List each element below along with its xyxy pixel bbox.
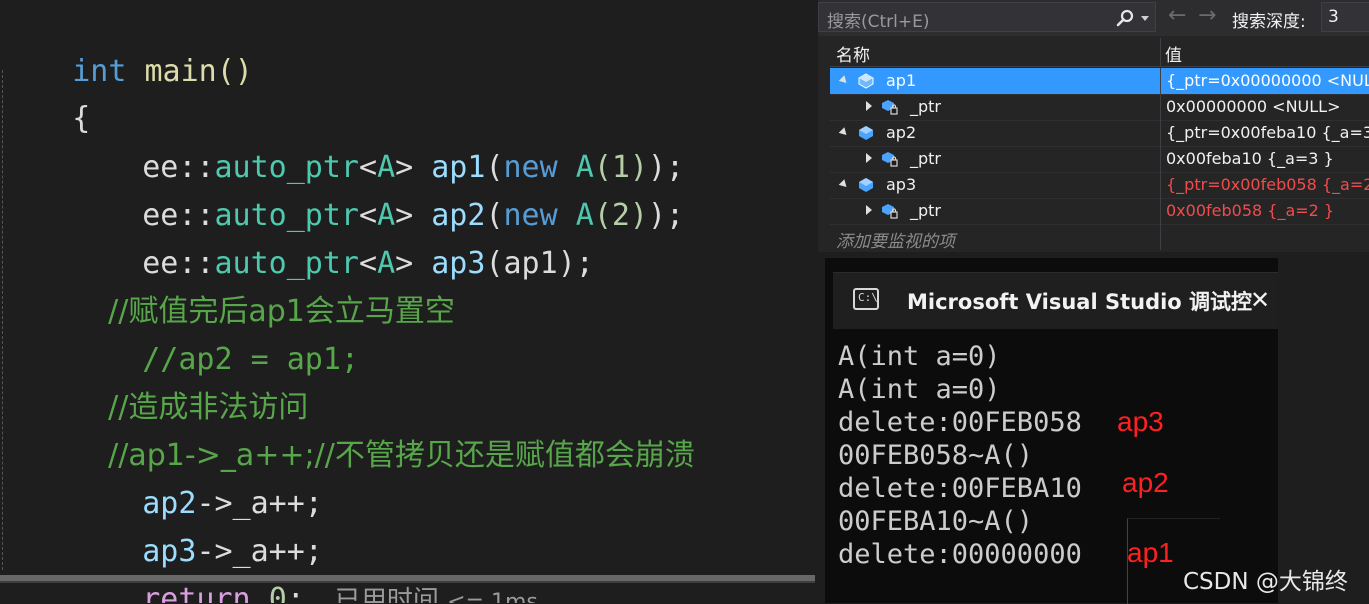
elapsed-label: 已用时间	[334, 586, 439, 603]
expand-icon[interactable]	[866, 101, 872, 111]
watch-row-ap1-ptr[interactable]: _ptr 0x00000000 <NULL>	[830, 94, 1369, 121]
private-field-icon	[882, 204, 898, 219]
watch-name: _ptr	[910, 149, 942, 168]
search-depth-select[interactable]: 3	[1321, 2, 1369, 32]
watch-value[interactable]: 0x00feb058 {_a=2 }	[1166, 201, 1369, 220]
watermark: CSDN @大锦终	[1183, 569, 1348, 595]
annotation-ap1: ap1	[1127, 537, 1174, 568]
watch-row-ap1[interactable]: ap1 {_ptr=0x00000000 <NULL>	[830, 68, 1369, 95]
add-watch-item[interactable]: 添加要监视的项	[830, 224, 1369, 252]
collapse-icon[interactable]	[838, 179, 850, 190]
code-line-10[interactable]: ap2->_a++;	[0, 432, 323, 521]
watch-name: ap1	[886, 71, 917, 90]
watch-name: _ptr	[910, 97, 942, 116]
watch-value[interactable]: {_ptr=0x00feb058 {_a=2 }	[1166, 175, 1369, 194]
console-output-line: A(int a=0)	[838, 374, 1001, 405]
watch-value[interactable]: {_ptr=0x00feba10 {_a=3 }	[1166, 123, 1369, 142]
annotation-ap3: ap3	[1117, 406, 1164, 437]
punct: (	[485, 246, 504, 281]
watch-name: ap2	[886, 123, 917, 142]
collapse-icon[interactable]	[838, 127, 850, 138]
variable-icon	[859, 178, 873, 192]
punct: );	[648, 198, 685, 233]
punct: );	[557, 246, 594, 281]
code-editor[interactable]: int main() { ee::auto_ptr<A> ap1(new A(1…	[0, 0, 815, 603]
expand-icon[interactable]	[866, 153, 872, 163]
code-line-3[interactable]: ee::auto_ptr<A> ap1(new A(1));	[0, 96, 684, 185]
column-divider	[1160, 198, 1161, 224]
close-icon[interactable]: ✕	[1250, 286, 1270, 314]
watch-name: _ptr	[910, 201, 942, 220]
code-line-11[interactable]: ap3->_a++;	[0, 480, 323, 569]
column-divider	[1160, 172, 1161, 198]
variable-icon	[858, 73, 874, 89]
console-output-line: delete:00000000	[838, 539, 1082, 570]
console-output-line: 00FEBA10~A()	[838, 506, 1034, 537]
column-header-name[interactable]: 名称	[836, 41, 870, 66]
back-arrow-icon[interactable]: ←	[1168, 3, 1186, 28]
watch-search-input[interactable]: 搜索(Ctrl+E)	[818, 2, 1156, 32]
variable-icon	[859, 126, 873, 140]
elapsed-value: <= 1ms	[447, 590, 538, 603]
watch-row-ap2[interactable]: ap2 {_ptr=0x00feba10 {_a=3 }	[830, 120, 1369, 147]
argument: (2)	[593, 198, 648, 233]
code-line-8[interactable]: //造成非法访问	[0, 336, 308, 425]
search-dropdown-icon[interactable]	[1141, 16, 1149, 21]
console-titlebar: C:\ Microsoft Visual Studio 调试控 ✕	[825, 258, 1278, 329]
column-divider[interactable]	[1160, 38, 1161, 66]
keyword: return	[142, 582, 251, 603]
punct: ;	[286, 582, 305, 603]
column-header-value[interactable]: 值	[1165, 41, 1182, 66]
console-output-line: 00FEB058~A()	[838, 440, 1034, 471]
search-depth-value: 3	[1328, 7, 1339, 27]
console-app-icon: C:\	[853, 288, 879, 310]
search-placeholder: 搜索(Ctrl+E)	[827, 12, 930, 32]
code-line-9[interactable]: //ap1->_a++;//不管拷贝还是赋值都会崩溃	[0, 384, 695, 473]
watch-row-ap3[interactable]: ap3 {_ptr=0x00feb058 {_a=2 }	[830, 172, 1369, 199]
search-depth-label: 搜索深度:	[1232, 12, 1306, 32]
watch-row-ap3-ptr[interactable]: _ptr 0x00feb058 {_a=2 }	[830, 198, 1369, 225]
forward-arrow-icon[interactable]: →	[1198, 3, 1216, 28]
code-line-1[interactable]: int main()	[0, 0, 253, 89]
watch-value[interactable]: 0x00feba10 {_a=3 }	[1166, 149, 1369, 168]
code-line-6[interactable]: //赋值完后ap1会立马置空	[0, 240, 455, 329]
column-divider	[1160, 224, 1161, 250]
search-icon[interactable]	[1115, 9, 1135, 29]
function-signature: main()	[126, 54, 253, 89]
watch-name: ap3	[886, 175, 917, 194]
watch-window: 搜索(Ctrl+E) ← → 搜索深度: 3 名称 值 ap1 {_ptr=0x…	[818, 0, 1369, 252]
number: 0	[268, 582, 287, 603]
private-field-icon	[882, 100, 898, 115]
console-output-line: delete:00FEBA10	[838, 473, 1082, 504]
code-line-4[interactable]: ee::auto_ptr<A> ap2(new A(2));	[0, 144, 684, 233]
annotation-ap2: ap2	[1122, 467, 1169, 498]
column-divider	[1160, 68, 1161, 94]
watch-toolbar: 搜索(Ctrl+E) ← → 搜索深度: 3	[818, 0, 1369, 36]
column-divider	[1160, 146, 1161, 172]
code-line-12[interactable]: return 0; 已用时间 <= 1ms	[0, 528, 538, 603]
private-field-icon	[882, 152, 898, 167]
argument: ap1	[503, 246, 558, 281]
console-title: Microsoft Visual Studio 调试控	[907, 290, 1253, 314]
scrollbar-thumb[interactable]	[0, 575, 815, 581]
expand-icon[interactable]	[866, 205, 872, 215]
console-output-line: A(int a=0)	[838, 341, 1001, 372]
watch-row-ap2-ptr[interactable]: _ptr 0x00feba10 {_a=3 }	[830, 146, 1369, 173]
code-line-5[interactable]: ee::auto_ptr<A> ap3(ap1);	[0, 192, 594, 281]
console-icon-glyph: C:\	[858, 291, 878, 304]
console-output-line: delete:00FEB058	[838, 407, 1082, 438]
elapsed-time-indicator[interactable]: 已用时间 <= 1ms	[335, 586, 538, 603]
watch-value[interactable]: 0x00000000 <NULL>	[1166, 97, 1369, 116]
add-watch-placeholder: 添加要监视的项	[836, 232, 955, 252]
code-line-2[interactable]: {	[0, 47, 90, 136]
column-divider	[1160, 94, 1161, 120]
watch-column-header: 名称 值	[830, 38, 1369, 67]
column-divider	[1160, 120, 1161, 146]
debug-console-window: C:\ Microsoft Visual Studio 调试控 ✕ A(int …	[825, 258, 1278, 604]
watch-value[interactable]: {_ptr=0x00000000 <NULL>	[1166, 71, 1369, 90]
collapse-icon[interactable]	[838, 75, 850, 86]
code-line-7[interactable]: //ap2 = ap1;	[0, 288, 359, 377]
